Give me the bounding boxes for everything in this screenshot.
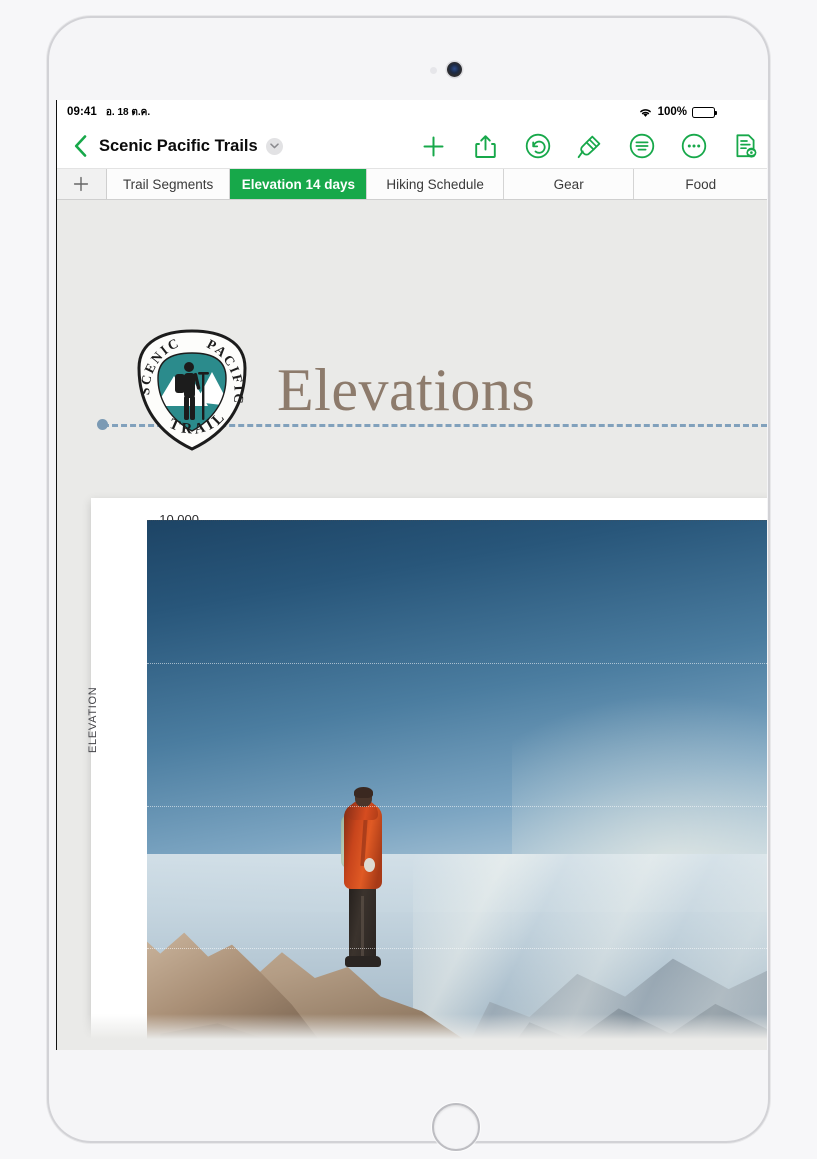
gridline-2500 bbox=[147, 948, 767, 949]
ipad-screen: 09:41 อ. 18 ต.ค. 100% Scenic Pacific Tra… bbox=[56, 100, 767, 1050]
tab-trail-segments[interactable]: Trail Segments bbox=[106, 169, 231, 199]
ellipsis-circle-icon bbox=[681, 133, 706, 159]
list-format-icon bbox=[629, 133, 654, 159]
more-button[interactable] bbox=[680, 133, 707, 160]
status-time: 09:41 bbox=[67, 105, 97, 118]
chevron-left-icon bbox=[74, 135, 86, 157]
text-wrap-handle[interactable] bbox=[97, 419, 108, 430]
status-bar-right: 100% bbox=[638, 100, 718, 124]
undo-icon bbox=[525, 133, 550, 159]
tab-food[interactable]: Food bbox=[634, 169, 767, 199]
share-icon bbox=[475, 134, 496, 158]
undo-button[interactable] bbox=[524, 133, 551, 160]
share-button[interactable] bbox=[472, 133, 499, 160]
back-button[interactable] bbox=[65, 129, 95, 163]
front-camera bbox=[447, 62, 462, 77]
add-sheet-button[interactable] bbox=[57, 169, 107, 199]
status-bar: 09:41 อ. 18 ต.ค. 100% bbox=[57, 100, 767, 124]
gridline-7500 bbox=[147, 663, 767, 664]
plus-icon bbox=[74, 176, 89, 192]
battery-percent: 100% bbox=[657, 106, 687, 118]
gridline-10000 bbox=[147, 520, 767, 521]
status-date: อ. 18 ต.ค. bbox=[105, 106, 151, 118]
status-bar-left: 09:41 อ. 18 ต.ค. bbox=[67, 105, 150, 120]
document-view-icon bbox=[736, 134, 757, 158]
home-button[interactable] bbox=[432, 1103, 480, 1151]
presenter-button[interactable] bbox=[732, 133, 759, 160]
format-button[interactable] bbox=[576, 133, 603, 160]
tab-elevation-14-days[interactable]: Elevation 14 days bbox=[230, 169, 368, 199]
chart-plot-area bbox=[147, 520, 767, 1050]
hiker-figure bbox=[340, 787, 386, 998]
paintbrush-icon bbox=[577, 135, 601, 158]
sheet-tab-bar: Trail Segments Elevation 14 days Hiking … bbox=[57, 168, 767, 200]
tab-gear[interactable]: Gear bbox=[503, 169, 635, 199]
insert-button[interactable] bbox=[420, 133, 447, 160]
tab-hiking-schedule[interactable]: Hiking Schedule bbox=[367, 169, 504, 199]
elevation-chart[interactable]: ELEVATION 10,000 7,500 5,000 2,500 bbox=[87, 498, 767, 1050]
spreadsheet-canvas[interactable]: SCENIC PACIFIC TRAILS Elevations ELEVATI… bbox=[57, 200, 767, 1050]
toolbar bbox=[420, 124, 759, 168]
wifi-icon bbox=[638, 106, 653, 118]
document-title[interactable]: Scenic Pacific Trails bbox=[99, 137, 258, 156]
scenic-pacific-trails-badge[interactable]: SCENIC PACIFIC TRAILS bbox=[128, 316, 250, 452]
gridline-5000 bbox=[147, 806, 767, 807]
y-axis-title: ELEVATION bbox=[87, 686, 99, 753]
chevron-down-icon[interactable] bbox=[265, 137, 283, 155]
light-rays bbox=[412, 854, 767, 1050]
document-header: SCENIC PACIFIC TRAILS Elevations bbox=[57, 200, 767, 451]
page-title[interactable]: Elevations bbox=[277, 360, 535, 420]
battery-full-icon bbox=[692, 106, 718, 118]
plus-icon bbox=[423, 136, 444, 156]
hiker-summit-photo bbox=[147, 520, 767, 1050]
navigation-bar: Scenic Pacific Trails bbox=[57, 124, 767, 168]
ambient-light-sensor bbox=[430, 67, 437, 74]
organize-button[interactable] bbox=[628, 133, 655, 160]
